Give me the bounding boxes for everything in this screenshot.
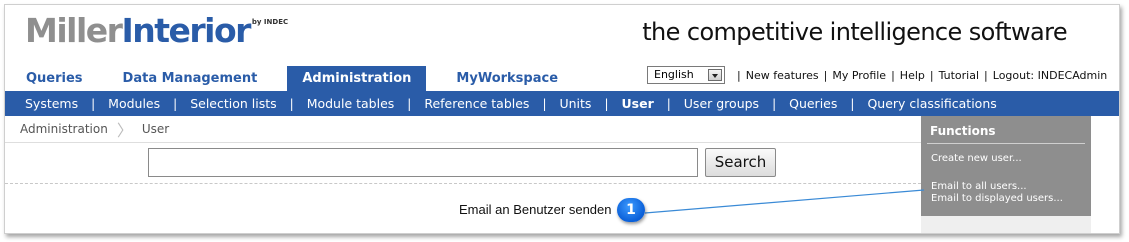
main-tabs: Queries Data Management Administration M…: [5, 66, 574, 91]
divider: [927, 143, 1085, 144]
callout-text: Email an Benutzer senden: [459, 202, 612, 217]
link-my-profile[interactable]: My Profile: [832, 69, 886, 82]
subnav-query-classifications[interactable]: Query classifications: [867, 96, 996, 111]
logo-text-interior: Interior: [121, 11, 251, 50]
link-new-features[interactable]: New features: [746, 69, 819, 82]
tagline: the competitive intelligence software: [642, 18, 1067, 46]
language-select-value: English: [654, 68, 694, 81]
logo-byline: by INDEC: [251, 18, 289, 26]
tab-myworkspace[interactable]: MyWorkspace: [426, 66, 574, 91]
callout-number-badge: 1: [617, 198, 645, 222]
miller-interior-logo: MillerInterior by INDEC: [25, 11, 288, 51]
breadcrumb-administration[interactable]: Administration: [20, 122, 108, 136]
breadcrumb: Administration 〉 User: [5, 116, 921, 143]
subnav-units[interactable]: Units: [559, 96, 591, 111]
logo-text-miller: Miller: [25, 11, 123, 50]
subnav-selection-lists[interactable]: Selection lists: [190, 96, 276, 111]
panel-footer: [921, 216, 1091, 233]
language-select[interactable]: English: [647, 66, 725, 84]
functions-panel-title: Functions: [930, 124, 996, 138]
sub-nav: Systems | Modules | Selection lists | Mo…: [5, 91, 1119, 116]
subnav-module-tables[interactable]: Module tables: [307, 96, 395, 111]
link-email-displayed-users[interactable]: Email to displayed users...: [931, 193, 1063, 204]
chevron-down-icon[interactable]: [708, 69, 722, 81]
link-email-all-users[interactable]: Email to all users...: [931, 181, 1027, 192]
subnav-user-groups[interactable]: User groups: [684, 96, 759, 111]
utility-bar: English | New features | My Profile | He…: [647, 65, 1107, 85]
tab-queries[interactable]: Queries: [5, 66, 105, 91]
tab-administration[interactable]: Administration: [287, 66, 427, 91]
subnav-systems[interactable]: Systems: [25, 96, 78, 111]
subnav-queries[interactable]: Queries: [789, 96, 837, 111]
link-tutorial[interactable]: Tutorial: [939, 69, 979, 82]
link-logout[interactable]: Logout: INDECAdmin: [993, 69, 1108, 82]
search-button[interactable]: Search: [705, 148, 776, 177]
functions-panel: Functions Create new user... Email to al…: [921, 116, 1091, 216]
link-help[interactable]: Help: [900, 69, 925, 82]
chevron-right-icon: 〉: [116, 121, 133, 140]
subnav-user[interactable]: User: [622, 96, 654, 111]
subnav-reference-tables[interactable]: Reference tables: [424, 96, 529, 111]
tab-data-management[interactable]: Data Management: [105, 66, 288, 91]
subnav-modules[interactable]: Modules: [108, 96, 160, 111]
search-input[interactable]: [148, 148, 698, 177]
divider: [5, 183, 921, 184]
app-window: MillerInterior by INDEC the competitive i…: [4, 4, 1120, 234]
breadcrumb-user: User: [141, 122, 170, 136]
utility-links: | New features | My Profile | Help | Tut…: [737, 68, 1108, 82]
link-create-new-user[interactable]: Create new user...: [931, 153, 1022, 164]
